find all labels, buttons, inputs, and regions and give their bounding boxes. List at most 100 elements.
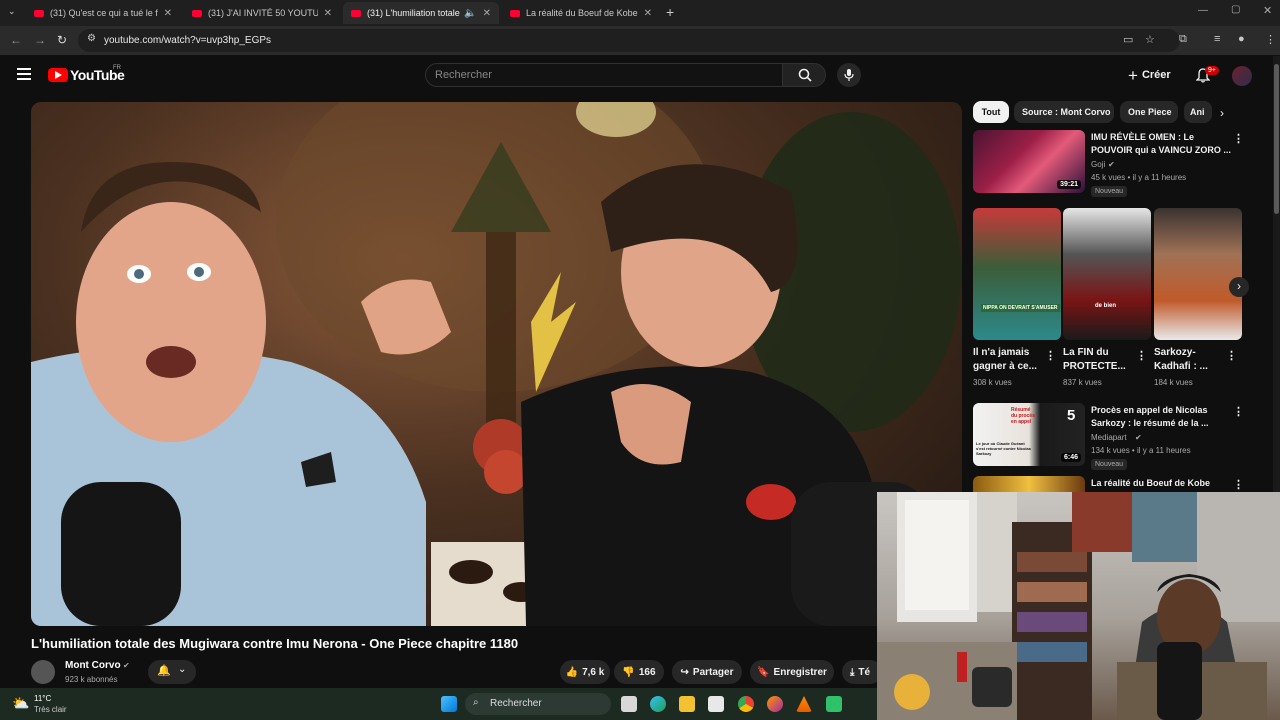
thumbnail-text: en appel (1011, 419, 1032, 425)
video-thumbnail[interactable]: 39:21 (973, 130, 1085, 193)
bookmark-star-icon[interactable]: ☆ (1145, 33, 1155, 46)
short-thumbnail[interactable]: NIPPA ON DEVRAIT S'AMUSER (973, 208, 1061, 340)
save-button[interactable]: 🔖 Enregistrer (750, 660, 834, 684)
thumbnail-caption: Le jour où Claude Guéant s'est retourné … (976, 441, 1031, 456)
file-explorer-icon[interactable] (679, 696, 695, 712)
video-frame (31, 102, 961, 626)
close-tab-icon[interactable]: ✕ (644, 8, 652, 19)
video-title[interactable]: POUVOIR qui a VAINCU ZORO ... (1091, 144, 1231, 156)
tab-title: (31) J'AI INVITÉ 50 YOUTUBEURS (208, 8, 318, 18)
channel-name[interactable]: Goji (1091, 160, 1105, 169)
maximize-icon[interactable]: ▢ (1231, 4, 1240, 15)
media-controls-icon[interactable]: ≡ (1214, 33, 1220, 45)
task-view-icon[interactable] (621, 696, 637, 712)
youtube-logo-icon[interactable] (48, 68, 68, 82)
browser-tab-active[interactable]: (31) L'humiliation totale des 🔈 ✕ (343, 2, 499, 24)
more-options-icon[interactable]: ⋮ (1233, 132, 1244, 145)
channel-avatar[interactable] (31, 660, 55, 684)
browser-tab[interactable]: La réalité du Boeuf de Kobe jap ✕ (502, 2, 660, 24)
channel-name[interactable]: Mediapart (1091, 433, 1127, 442)
more-options-icon[interactable]: ⋮ (1136, 349, 1147, 362)
new-badge: Nouveau (1091, 459, 1128, 470)
close-tab-icon[interactable]: ✕ (324, 8, 332, 19)
site-info-icon[interactable]: ⚙ (87, 33, 96, 44)
voice-search-button[interactable] (837, 63, 861, 87)
share-label: Partager (692, 666, 734, 678)
video-title: L'humiliation totale des Mugiwara contre… (31, 636, 519, 651)
windows-start-icon[interactable] (441, 696, 457, 712)
short-title[interactable]: Sarkozy- (1154, 347, 1224, 359)
browser-tab[interactable]: (31) J'AI INVITÉ 50 YOUTUBEURS ✕ (184, 2, 340, 24)
firefox-icon[interactable] (767, 696, 783, 712)
short-views: 837 k vues (1063, 378, 1102, 387)
video-thumbnail[interactable]: Résumé du procès en appel 5 Le jour où C… (973, 403, 1085, 466)
cast-icon[interactable]: ▭ (1123, 33, 1133, 46)
tab-title: (31) Qu'est ce qui a tué le fitgea (50, 8, 158, 18)
short-title[interactable]: Il n'a jamais (973, 347, 1043, 359)
chip-source[interactable]: Source : Mont Corvo (1014, 101, 1114, 123)
video-title[interactable]: La réalité du Boeuf de Kobe (1091, 477, 1231, 489)
video-duration: 39:21 (1057, 180, 1081, 189)
download-button[interactable]: ⤓ Té (842, 660, 882, 684)
video-player[interactable] (31, 102, 962, 626)
video-title[interactable]: Sarkozy : le résumé de la ... (1091, 417, 1231, 429)
short-thumbnail[interactable] (1154, 208, 1242, 340)
back-icon[interactable]: ← (10, 33, 22, 47)
weather-icon[interactable]: ⛅ (12, 695, 29, 712)
more-menu-icon[interactable]: ⋮ (1265, 33, 1276, 46)
close-window-icon[interactable]: ✕ (1263, 4, 1272, 17)
video-title[interactable]: Procès en appel de Nicolas (1091, 404, 1231, 416)
app-icon[interactable] (826, 696, 842, 712)
notification-count-badge: 9+ (1205, 66, 1219, 75)
create-button[interactable]: + Créer (1128, 65, 1178, 85)
chevron-right-icon[interactable]: › (1220, 106, 1224, 120)
like-button[interactable]: 👍 7,6 k (560, 660, 610, 684)
short-title[interactable]: Kadhafi : ... (1154, 361, 1224, 373)
new-tab-icon[interactable]: + (666, 4, 674, 20)
more-options-icon[interactable]: ⋮ (1233, 405, 1244, 418)
close-tab-icon[interactable]: ✕ (483, 8, 491, 19)
short-thumbnail[interactable]: de bien (1063, 208, 1151, 340)
more-options-icon[interactable]: ⋮ (1233, 478, 1244, 491)
store-icon[interactable] (708, 696, 724, 712)
minimize-icon[interactable]: — (1198, 5, 1208, 16)
browser-tab[interactable]: (31) Qu'est ce qui a tué le fitgea ✕ (26, 2, 180, 24)
chip-anime[interactable]: Ani (1184, 101, 1212, 123)
short-title[interactable]: gagner à ce... (973, 361, 1043, 373)
chip-one-piece[interactable]: One Piece (1120, 101, 1178, 123)
channel-name[interactable]: Mont Corvo (65, 660, 121, 671)
short-title[interactable]: PROTECTE... (1063, 361, 1133, 373)
share-button[interactable]: ↪ Partager (672, 660, 742, 684)
close-tab-icon[interactable]: ✕ (164, 8, 172, 19)
chrome-icon[interactable] (738, 696, 754, 712)
video-title[interactable]: IMU RÉVÈLE OMEN : Le (1091, 131, 1231, 143)
more-options-icon[interactable]: ⋮ (1226, 349, 1237, 362)
thumbs-down-icon: 👎 (622, 666, 635, 678)
thumbs-up-icon: 👍 (565, 666, 579, 678)
edge-icon[interactable] (650, 696, 666, 712)
share-icon: ↪ (680, 666, 689, 678)
account-avatar[interactable] (1232, 66, 1252, 86)
shorts-next-icon[interactable]: › (1229, 277, 1249, 297)
search-button[interactable] (782, 63, 826, 87)
weather-temperature[interactable]: 11°C (34, 694, 51, 703)
scrollbar-thumb[interactable] (1274, 64, 1279, 214)
forward-icon[interactable]: → (34, 33, 46, 47)
speaker-icon[interactable]: 🔈 (464, 8, 476, 19)
chip-all[interactable]: Tout (973, 101, 1009, 123)
hamburger-menu-icon[interactable] (17, 68, 31, 83)
verified-icon: ✔ (1135, 433, 1142, 442)
subscriber-count: 923 k abonnés (65, 675, 118, 684)
url-text[interactable]: youtube.com/watch?v=uvp3hp_EGPs (104, 35, 271, 46)
dislike-button[interactable]: 👎 166 (614, 660, 664, 684)
webcam-overlay (877, 492, 1280, 720)
tab-search-dropdown-icon[interactable]: ⌄ (8, 6, 16, 17)
profile-icon[interactable]: ● (1238, 33, 1245, 45)
bookmark-icon: 🔖 (757, 666, 770, 678)
extensions-icon[interactable]: ⧉ (1179, 33, 1187, 46)
reload-icon[interactable]: ↻ (57, 33, 67, 47)
short-title[interactable]: La FIN du (1063, 347, 1133, 359)
subscription-notification-button[interactable]: 🔔 ⌄ (148, 660, 196, 684)
more-options-icon[interactable]: ⋮ (1045, 349, 1056, 362)
weather-description[interactable]: Très clair (34, 705, 67, 714)
